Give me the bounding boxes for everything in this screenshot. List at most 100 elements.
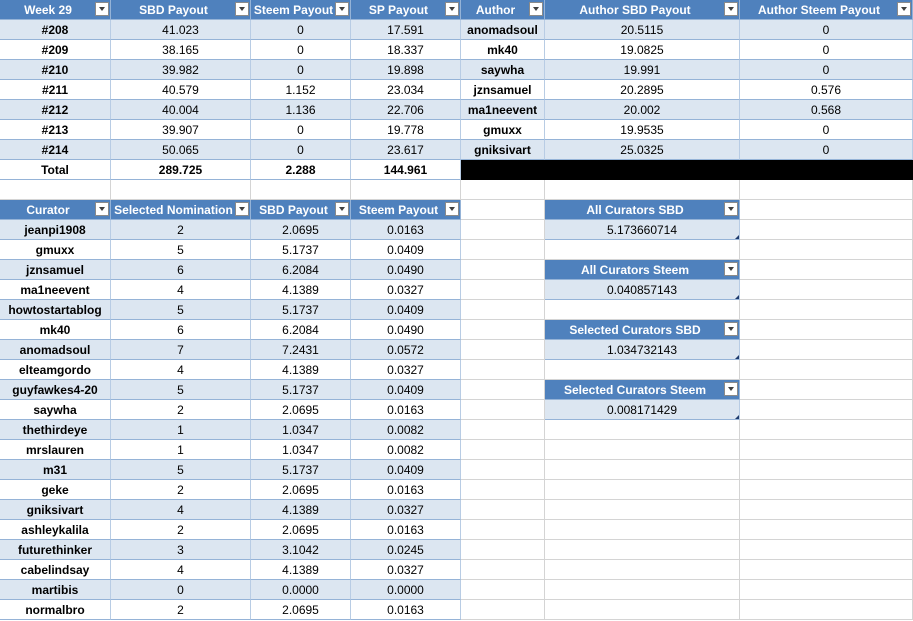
empty-cell[interactable] (0, 180, 111, 200)
weekly-cell[interactable]: #210 (0, 60, 111, 80)
weekly-cell[interactable]: #208 (0, 20, 111, 40)
empty-cell[interactable] (461, 540, 545, 560)
curator-cell[interactable]: normalbro (0, 600, 111, 620)
curator-cell[interactable]: 7 (111, 340, 251, 360)
empty-cell[interactable] (461, 440, 545, 460)
chevron-down-icon[interactable] (95, 2, 109, 16)
curator-cell[interactable]: ashleykalila (0, 520, 111, 540)
weekly-cell[interactable]: 19.898 (351, 60, 461, 80)
curator-cell[interactable]: 4.1389 (251, 560, 351, 580)
curator-cell[interactable]: 2 (111, 600, 251, 620)
curator-cell[interactable]: 4 (111, 360, 251, 380)
curator-cell[interactable]: 2.0695 (251, 400, 351, 420)
weekly-cell[interactable]: 23.617 (351, 140, 461, 160)
curator-cell[interactable]: 2 (111, 220, 251, 240)
empty-cell[interactable] (740, 580, 913, 600)
weekly-cell[interactable]: anomadsoul (461, 20, 545, 40)
chevron-down-icon[interactable] (335, 202, 349, 216)
curator-cell[interactable]: 2.0695 (251, 520, 351, 540)
chevron-down-icon[interactable] (235, 2, 249, 16)
chevron-down-icon[interactable] (724, 2, 738, 16)
weekly-cell[interactable]: 0 (740, 20, 913, 40)
weekly-cell[interactable]: mk40 (461, 40, 545, 60)
empty-cell[interactable] (461, 200, 545, 220)
curator-cell[interactable]: 5.1737 (251, 240, 351, 260)
empty-cell[interactable] (461, 400, 545, 420)
empty-cell[interactable] (545, 560, 740, 580)
empty-cell[interactable] (461, 480, 545, 500)
empty-cell[interactable] (461, 220, 545, 240)
curator-cell[interactable]: 5 (111, 300, 251, 320)
empty-cell[interactable] (461, 300, 545, 320)
empty-cell[interactable] (461, 560, 545, 580)
weekly-cell[interactable]: gmuxx (461, 120, 545, 140)
curator-cell[interactable]: 0.0490 (351, 260, 461, 280)
weekly-cell[interactable]: 19.778 (351, 120, 461, 140)
curator-cell[interactable]: cabelindsay (0, 560, 111, 580)
empty-cell[interactable] (740, 200, 913, 220)
empty-cell[interactable] (545, 180, 740, 200)
weekly-cell[interactable]: 0 (740, 40, 913, 60)
curator-cell[interactable]: martibis (0, 580, 111, 600)
curator-cell[interactable]: 0.0572 (351, 340, 461, 360)
empty-cell[interactable] (545, 440, 740, 460)
weekly-cell[interactable]: 40.579 (111, 80, 251, 100)
curator-cell[interactable]: jznsamuel (0, 260, 111, 280)
weekly-cell[interactable]: 0 (251, 20, 351, 40)
chevron-down-icon[interactable] (724, 322, 738, 336)
curator-cell[interactable]: gniksivart (0, 500, 111, 520)
curator-cell[interactable]: 4.1389 (251, 280, 351, 300)
weekly-cell[interactable]: 18.337 (351, 40, 461, 60)
total-cell[interactable]: Total (0, 160, 111, 180)
curator-cell[interactable]: 0.0409 (351, 240, 461, 260)
weekly-cell[interactable]: #212 (0, 100, 111, 120)
empty-cell[interactable] (461, 500, 545, 520)
empty-cell[interactable] (740, 300, 913, 320)
curator-cell[interactable]: saywha (0, 400, 111, 420)
chevron-down-icon[interactable] (724, 382, 738, 396)
curator-cell[interactable]: thethirdeye (0, 420, 111, 440)
curator-cell[interactable]: 4.1389 (251, 500, 351, 520)
curator-cell[interactable]: 0.0163 (351, 220, 461, 240)
weekly-cell[interactable]: 38.165 (111, 40, 251, 60)
weekly-cell[interactable]: 0 (251, 60, 351, 80)
curator-cell[interactable]: 0.0409 (351, 460, 461, 480)
weekly-cell[interactable]: 0.576 (740, 80, 913, 100)
curator-cell[interactable]: 3.1042 (251, 540, 351, 560)
curator-cell[interactable]: 0.0163 (351, 480, 461, 500)
curator-cell[interactable]: m31 (0, 460, 111, 480)
empty-cell[interactable] (545, 360, 740, 380)
curator-cell[interactable]: 6.2084 (251, 260, 351, 280)
empty-cell[interactable] (351, 180, 461, 200)
weekly-cell[interactable]: gniksivart (461, 140, 545, 160)
chevron-down-icon[interactable] (445, 2, 459, 16)
empty-cell[interactable] (461, 600, 545, 620)
weekly-cell[interactable]: #209 (0, 40, 111, 60)
curator-cell[interactable]: 0.0245 (351, 540, 461, 560)
weekly-cell[interactable]: ma1neevent (461, 100, 545, 120)
empty-cell[interactable] (251, 180, 351, 200)
empty-cell[interactable] (740, 540, 913, 560)
curator-cell[interactable]: 5 (111, 380, 251, 400)
weekly-cell[interactable]: 1.136 (251, 100, 351, 120)
weekly-cell[interactable]: 39.907 (111, 120, 251, 140)
curator-cell[interactable]: 0.0163 (351, 600, 461, 620)
curator-cell[interactable]: 5.1737 (251, 460, 351, 480)
curator-cell[interactable]: 4 (111, 560, 251, 580)
curator-cell[interactable]: 0.0327 (351, 280, 461, 300)
weekly-cell[interactable]: 0.568 (740, 100, 913, 120)
weekly-cell[interactable]: 41.023 (111, 20, 251, 40)
empty-cell[interactable] (740, 600, 913, 620)
empty-cell[interactable] (461, 320, 545, 340)
curator-cell[interactable]: gmuxx (0, 240, 111, 260)
empty-cell[interactable] (545, 240, 740, 260)
empty-cell[interactable] (740, 520, 913, 540)
curator-cell[interactable]: 2 (111, 400, 251, 420)
curator-cell[interactable]: 5.1737 (251, 300, 351, 320)
curator-cell[interactable]: 5.1737 (251, 380, 351, 400)
chevron-down-icon[interactable] (529, 2, 543, 16)
weekly-cell[interactable]: 19.0825 (545, 40, 740, 60)
empty-cell[interactable] (740, 180, 913, 200)
chevron-down-icon[interactable] (724, 202, 738, 216)
weekly-cell[interactable]: 0 (740, 60, 913, 80)
